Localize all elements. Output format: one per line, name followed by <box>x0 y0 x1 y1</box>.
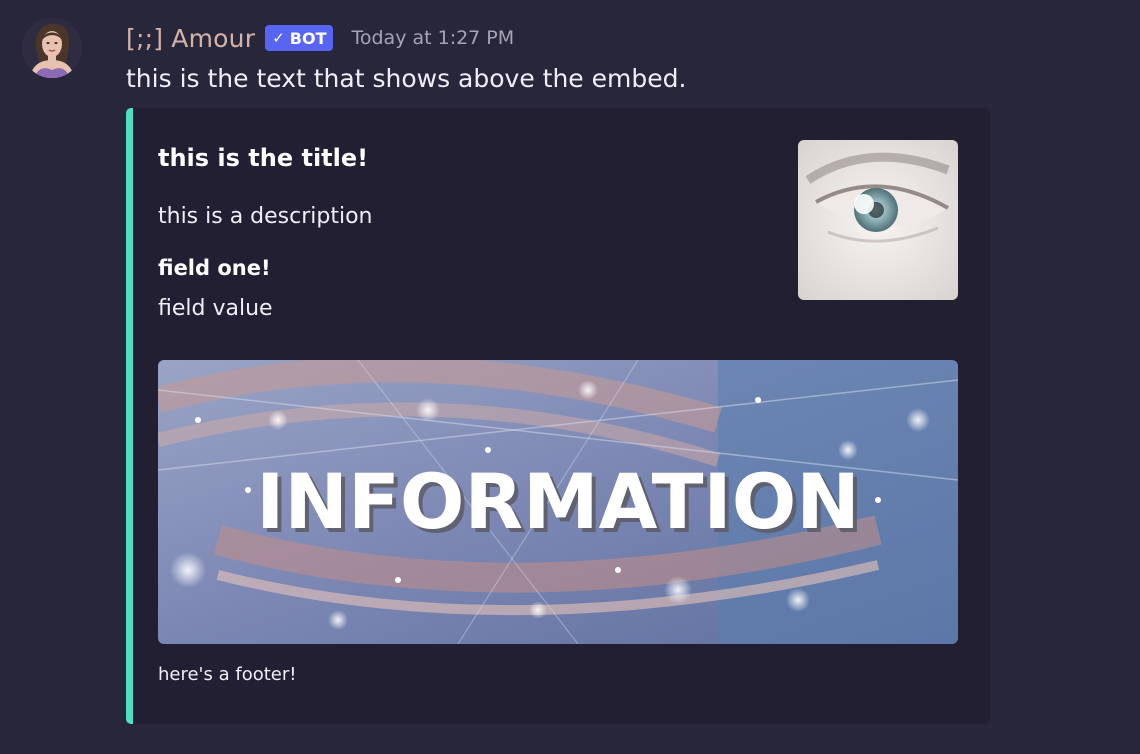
embed-field-name: field one! <box>158 256 271 280</box>
embed-description: this is a description <box>158 204 373 229</box>
embed-field-value: field value <box>158 296 273 321</box>
message-timestamp[interactable]: Today at 1:27 PM <box>351 27 514 49</box>
bot-badge: ✓ BOT <box>265 25 334 51</box>
chat-message: [;;] Amour ✓ BOT Today at 1:27 PM this i… <box>0 0 1140 754</box>
embed: this is the title! this is a description… <box>126 108 990 724</box>
bot-badge-label: BOT <box>289 28 327 48</box>
embed-image[interactable]: INFORMATION INFORMATION <box>158 360 958 644</box>
avatar-illustration <box>22 18 82 78</box>
eye-thumbnail-image <box>798 140 958 300</box>
verified-check-icon: ✓ <box>272 29 285 47</box>
embed-title: this is the title! <box>158 144 369 172</box>
username[interactable]: [;;] Amour <box>126 24 255 53</box>
embed-footer: here's a footer! <box>158 664 297 685</box>
message-content: this is the text that shows above the em… <box>126 64 687 93</box>
embed-thumbnail[interactable] <box>798 140 958 300</box>
embed-accent-bar <box>126 108 133 724</box>
user-avatar[interactable] <box>22 18 82 78</box>
information-banner-image: INFORMATION INFORMATION <box>158 360 958 644</box>
message-header: [;;] Amour ✓ BOT Today at 1:27 PM <box>126 20 514 56</box>
banner-text: INFORMATION <box>256 457 860 546</box>
